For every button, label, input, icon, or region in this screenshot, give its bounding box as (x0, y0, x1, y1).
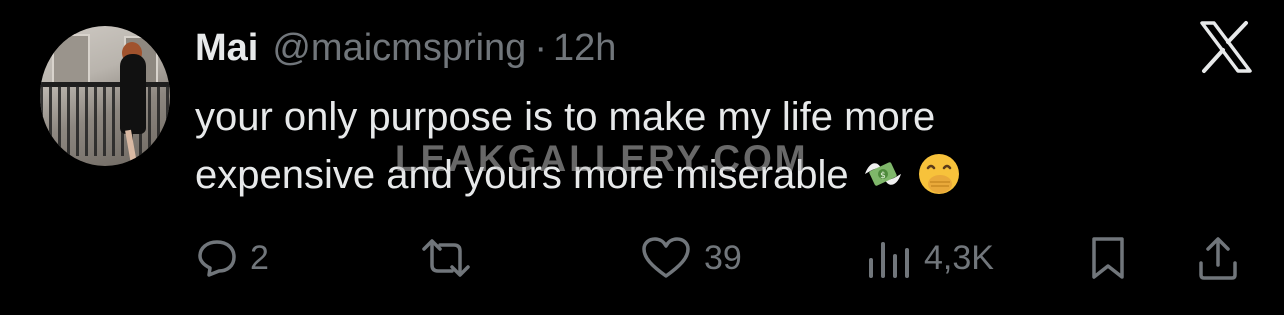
share-icon (1199, 237, 1237, 280)
views-button[interactable]: 4,3K (866, 228, 994, 288)
timestamp[interactable]: 12h (553, 27, 616, 70)
reply-button[interactable]: 2 (196, 228, 269, 288)
display-name[interactable]: Mai (195, 27, 258, 70)
repost-button[interactable] (418, 228, 486, 288)
bookmark-icon (1092, 237, 1124, 279)
heart-icon (642, 237, 690, 278)
user-handle[interactable]: @maicmspring (272, 27, 526, 70)
avatar-photo-person (120, 54, 146, 134)
avatar[interactable] (40, 26, 170, 166)
tweet-text: your only purpose is to make my life mor… (195, 88, 1215, 204)
reply-count: 2 (250, 238, 269, 277)
views-chart-icon (869, 242, 909, 278)
repost-icon (422, 239, 470, 277)
separator-dot: · (534, 26, 547, 69)
views-count: 4,3K (924, 238, 994, 277)
money-with-wings-icon: $ (864, 162, 901, 186)
face-with-hand-over-mouth-icon (918, 154, 959, 194)
like-button[interactable]: 39 (640, 228, 742, 288)
bookmark-button[interactable] (1088, 228, 1128, 288)
tweet-text-line-2-text: expensive and yours more miserable (195, 153, 849, 197)
avatar-photo-window (52, 34, 90, 84)
svg-text:$: $ (880, 171, 886, 181)
share-button[interactable] (1196, 228, 1240, 288)
tweet-actions: 2 39 4,3K (0, 228, 1284, 288)
x-logo-icon[interactable] (1198, 20, 1254, 74)
reply-icon (198, 240, 236, 277)
tweet-text-line-1: your only purpose is to make my life mor… (195, 95, 936, 139)
avatar-photo-railing (40, 86, 170, 156)
tweet-text-line-2: expensive and yours more miserable $ (195, 146, 1215, 204)
tweet-header: Mai @maicmspring · 12h (195, 24, 616, 72)
like-count: 39 (704, 238, 742, 277)
